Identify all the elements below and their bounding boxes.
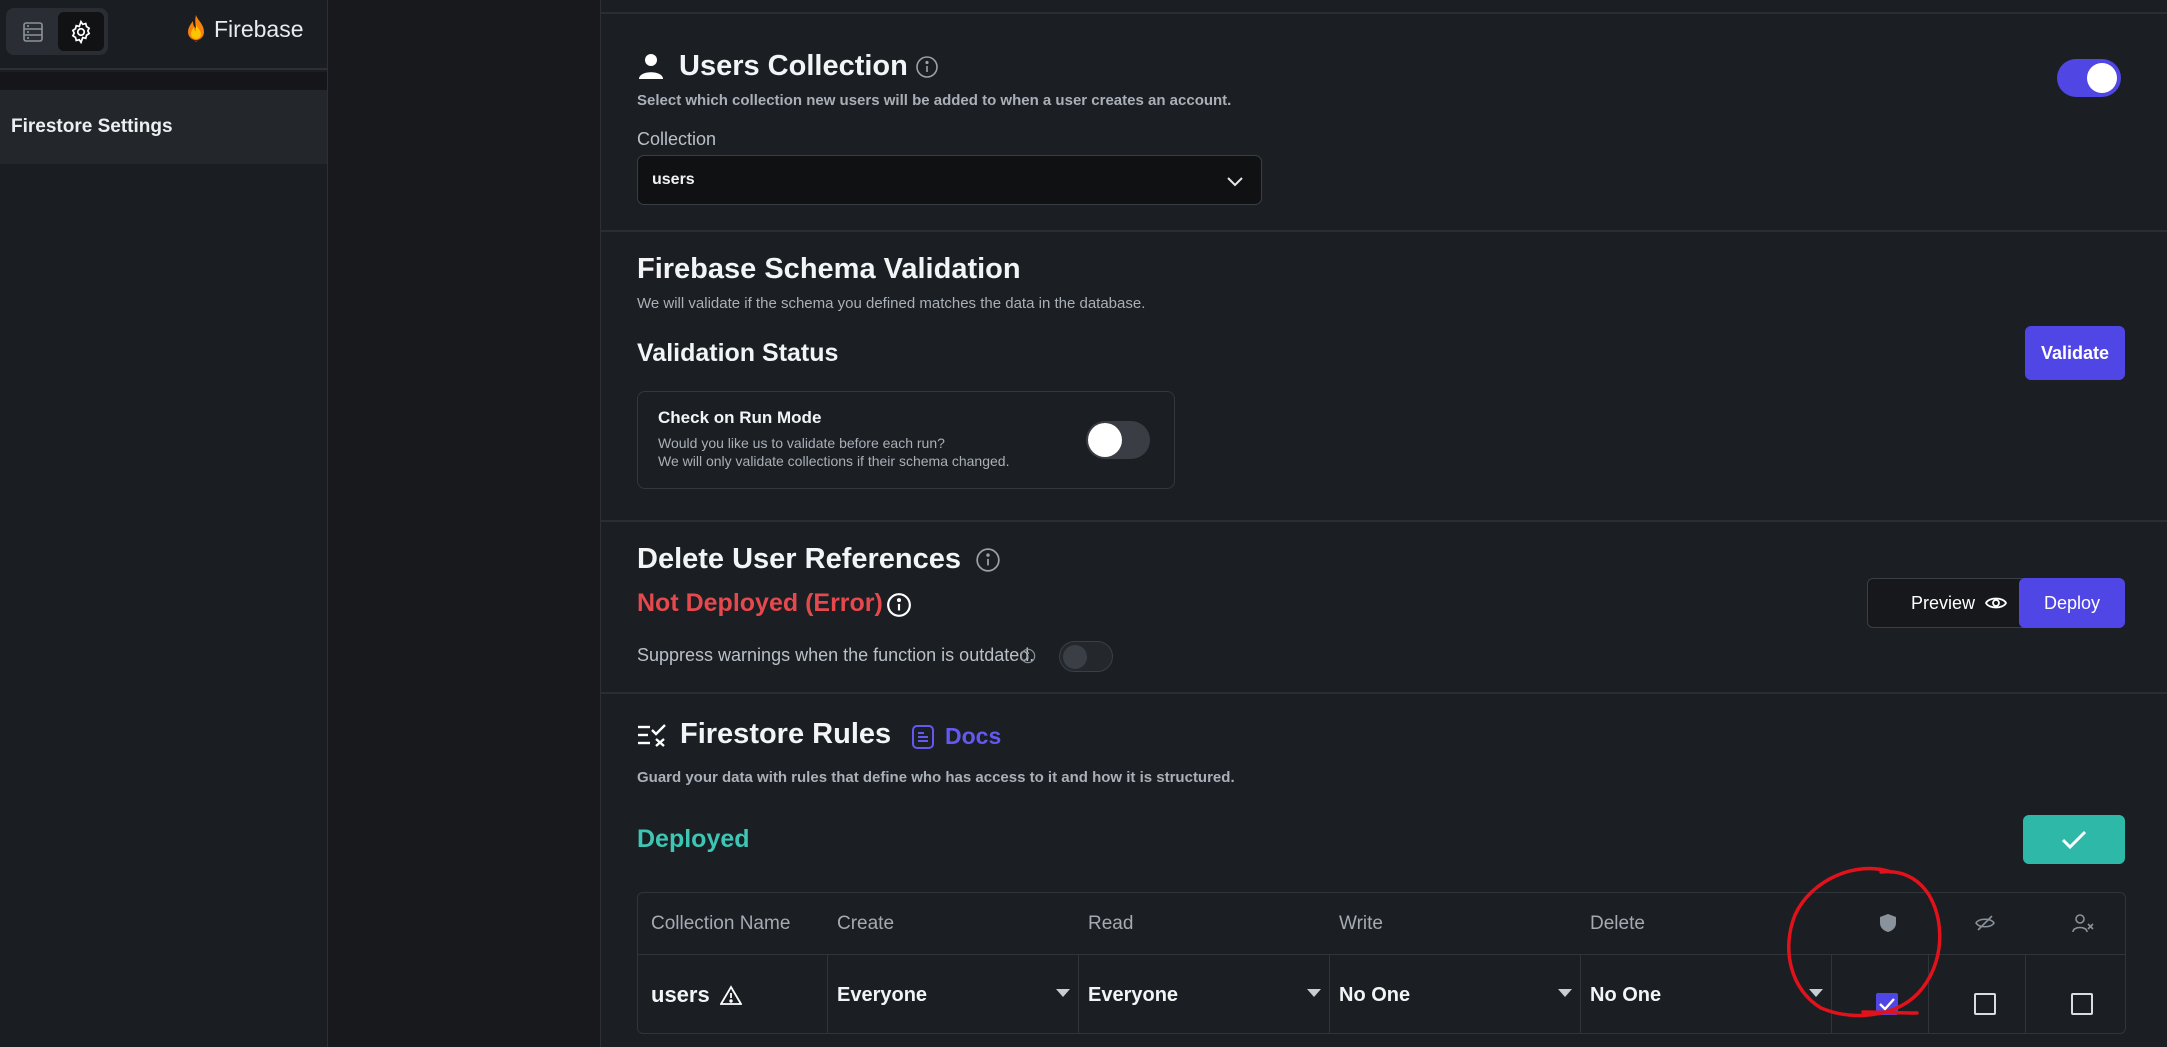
docs-link[interactable]: Docs — [911, 723, 1001, 750]
cell-divider — [2025, 955, 2026, 1033]
schema-validation-title: Firebase Schema Validation — [637, 253, 1021, 285]
toggle-knob — [2087, 63, 2117, 93]
caret-down-icon — [1558, 989, 1572, 997]
caret-down-icon — [1307, 989, 1321, 997]
check-on-run-line1: Would you like us to validate before eac… — [658, 435, 945, 451]
row-collection-name: users — [651, 955, 742, 1033]
collection-select[interactable]: users — [637, 155, 1262, 205]
firestore-rules-title: Firestore Rules — [680, 718, 892, 750]
create-select[interactable]: Everyone — [837, 955, 1077, 1033]
warning-icon — [719, 985, 742, 1005]
brand-name: Firebase — [214, 15, 304, 42]
validate-button[interactable]: Validate — [2025, 326, 2125, 380]
info-icon[interactable] — [1020, 648, 1036, 664]
create-select-value: Everyone — [837, 983, 928, 1006]
check-on-run-title: Check on Run Mode — [658, 408, 822, 427]
write-select[interactable]: No One — [1339, 955, 1579, 1033]
user-remove-icon — [2072, 914, 2094, 933]
deploy-button[interactable]: Deploy — [2019, 578, 2125, 628]
cell-divider — [1078, 955, 1079, 1033]
delete-refs-title: Delete User References — [637, 543, 962, 575]
divider — [601, 230, 2167, 232]
header-write: Write — [1339, 913, 1383, 934]
docs-link-label: Docs — [945, 723, 1002, 749]
brand: Firebase — [184, 14, 303, 44]
suppress-warnings-toggle[interactable] — [1059, 641, 1113, 672]
user-removed-checkbox[interactable] — [2071, 993, 2093, 1015]
divider — [601, 12, 2167, 14]
delete-select-value: No One — [1590, 983, 1662, 1006]
divider — [601, 520, 2167, 522]
schema-validation-description: We will validate if the schema you defin… — [637, 295, 1146, 312]
cell-divider — [1329, 955, 1330, 1033]
read-select[interactable]: Everyone — [1088, 955, 1328, 1033]
toggle-knob — [1088, 423, 1122, 457]
user-icon — [639, 54, 663, 79]
checkmark-icon — [2061, 830, 2087, 849]
validation-status-title: Validation Status — [637, 339, 839, 367]
database-icon — [23, 21, 43, 42]
settings-panel: Users Collection Select which collection… — [600, 0, 2167, 1047]
divider — [601, 692, 2167, 694]
check-on-run-line2: We will only validate collections if the… — [658, 453, 1010, 469]
annotation-circle — [1787, 866, 1942, 1018]
preview-button-label: Preview — [1910, 592, 1976, 613]
sidebar-item-firestore-settings[interactable]: Firestore Settings — [0, 90, 327, 164]
users-collection-description: Select which collection new users will b… — [637, 92, 1232, 109]
hidden-checkbox[interactable] — [1974, 993, 1996, 1015]
check-on-run-card: Check on Run Mode Would you like us to v… — [637, 391, 1175, 489]
view-switcher — [6, 8, 108, 55]
firebase-flame-icon — [188, 15, 204, 42]
header-read: Read — [1088, 913, 1134, 934]
eye-off-icon — [1975, 915, 1995, 931]
collection-select-value: users — [652, 171, 695, 188]
write-select-value: No One — [1339, 983, 1411, 1006]
info-icon[interactable] — [915, 55, 939, 79]
sidebar: Firebase Firestore Settings — [0, 0, 328, 1047]
sidebar-header: Firebase — [0, 0, 327, 70]
header-collection-name: Collection Name — [651, 913, 791, 934]
toggle-knob — [1063, 645, 1087, 669]
header-delete: Delete — [1590, 913, 1645, 934]
info-icon[interactable] — [975, 547, 1001, 573]
read-select-value: Everyone — [1088, 983, 1179, 1006]
users-collection-toggle[interactable] — [2057, 59, 2121, 97]
row-collection-name-value: users — [651, 982, 710, 1007]
header-create: Create — [837, 913, 895, 934]
users-collection-title: Users Collection — [679, 50, 908, 82]
caret-down-icon — [1056, 989, 1070, 997]
settings-view-button[interactable] — [58, 12, 104, 51]
document-icon — [912, 724, 934, 749]
chevron-down-icon — [1227, 177, 1243, 187]
rules-checklist-icon — [638, 724, 666, 747]
firestore-rules-status: Deployed — [637, 825, 750, 853]
gear-icon — [71, 19, 91, 44]
cell-divider — [827, 955, 828, 1033]
sidebar-strip — [0, 72, 327, 90]
delete-refs-status: Not Deployed (Error) — [637, 589, 883, 617]
collection-label: Collection — [637, 129, 717, 149]
eye-icon — [1985, 597, 2008, 609]
database-view-button[interactable] — [10, 12, 56, 51]
error-info-icon[interactable] — [886, 592, 912, 618]
confirm-deploy-button[interactable] — [2023, 815, 2125, 864]
suppress-warnings-label: Suppress warnings when the function is o… — [637, 645, 1035, 665]
cell-divider — [1580, 955, 1581, 1033]
check-on-run-toggle[interactable] — [1086, 421, 1150, 459]
firestore-rules-description: Guard your data with rules that define w… — [637, 769, 1235, 786]
